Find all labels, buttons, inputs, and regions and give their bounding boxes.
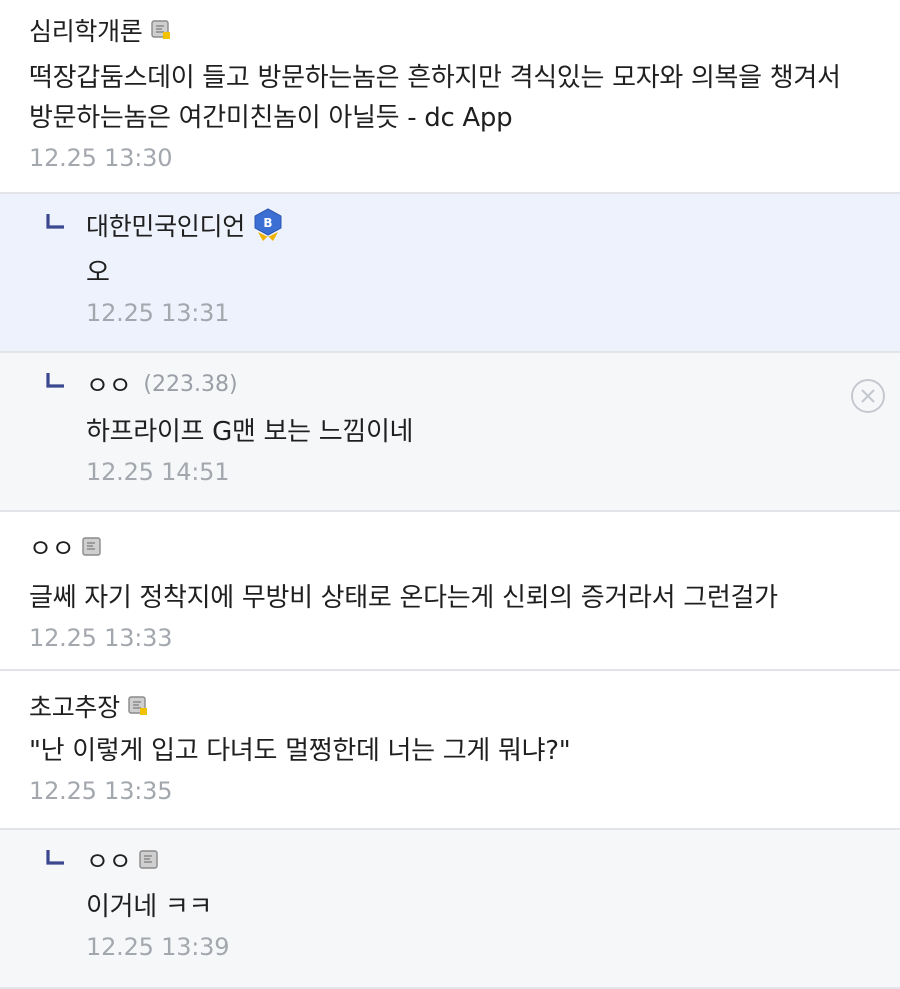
reply-text: 하프라이프 G맨 보는 느낌이네 (86, 417, 414, 447)
reply-timestamp: 12.25 13:39 (86, 933, 230, 961)
comment-text: "난 이렇게 입고 다녀도 멀쩡한데 너는 그게 뭐냐?" (29, 736, 571, 766)
comment-header: 심리학개론 (29, 10, 900, 50)
reply-item: ㅇㅇ 이거네 ㅋㅋ 12.25 13:39 (0, 830, 900, 989)
comment-item: 심리학개론 떡장갑둠스데이 들고 방문하는놈은 흔하지만 격식있는 모자와 의복… (0, 0, 900, 194)
comment-timestamp: 12.25 13:35 (29, 777, 173, 805)
reply-timestamp: 12.25 14:51 (86, 458, 230, 486)
comment-header: 초고추장 (29, 688, 900, 724)
svg-text:B: B (263, 216, 272, 230)
comment-text-line: 떡장갑둠스데이 들고 방문하는놈은 흔하지만 격식있는 모자와 의복을 챙겨서 (29, 63, 841, 93)
reply-nickname[interactable]: ㅇㅇ (86, 842, 132, 878)
comment-text: 떡장갑둠스데이 들고 방문하는놈은 흔하지만 격식있는 모자와 의복을 챙겨서 … (29, 58, 900, 138)
b-badge-icon: B (254, 208, 282, 241)
reply-text: 오 (86, 258, 110, 288)
fixed-nick-icon (82, 537, 102, 556)
comment-header: ㅇㅇ (29, 534, 900, 563)
fixed-nick-icon (139, 850, 159, 869)
reply-ip: (223.38) (143, 371, 238, 397)
comment-text: 글쎄 자기 정착지에 무방비 상태로 온다는게 신뢰의 증거라서 그런걸가 (29, 583, 778, 613)
comment-nickname[interactable]: 초고추장 (29, 688, 120, 724)
reply-arrow-icon (46, 214, 64, 229)
reply-arrow-icon (46, 373, 64, 388)
delete-circle-icon[interactable] (850, 378, 886, 414)
reply-item: 대한민국인디언 B 오 12.25 13:31 (0, 194, 900, 353)
comment-timestamp: 12.25 13:30 (29, 144, 173, 172)
reply-timestamp: 12.25 13:31 (86, 299, 230, 327)
comment-text-line: 방문하는놈은 여간미친놈이 아닐듯 - dc App (29, 103, 513, 133)
reply-nickname[interactable]: ㅇㅇ (86, 366, 132, 402)
comment-timestamp: 12.25 13:33 (29, 624, 173, 652)
reply-header: ㅇㅇ (223.38) (86, 364, 900, 404)
comment-nickname[interactable]: ㅇㅇ (29, 529, 75, 565)
comment-item: 초고추장 "난 이렇게 입고 다녀도 멀쩡한데 너는 그게 뭐냐?" 12.25… (0, 671, 900, 830)
reply-header: 대한민국인디언 B (86, 205, 900, 245)
reply-header: ㅇㅇ (86, 842, 900, 878)
comment-item: ㅇㅇ 글쎄 자기 정착지에 무방비 상태로 온다는게 신뢰의 증거라서 그런걸가… (0, 512, 900, 671)
reply-text: 이거네 ㅋㅋ (86, 892, 213, 922)
comment-nickname[interactable]: 심리학개론 (29, 12, 143, 48)
reply-item: ㅇㅇ (223.38) 하프라이프 G맨 보는 느낌이네 12.25 14:51 (0, 353, 900, 512)
half-fixed-nick-icon (150, 20, 170, 39)
reply-nickname[interactable]: 대한민국인디언 (86, 207, 245, 243)
reply-arrow-icon (46, 850, 64, 865)
half-fixed-nick-icon (128, 696, 147, 715)
